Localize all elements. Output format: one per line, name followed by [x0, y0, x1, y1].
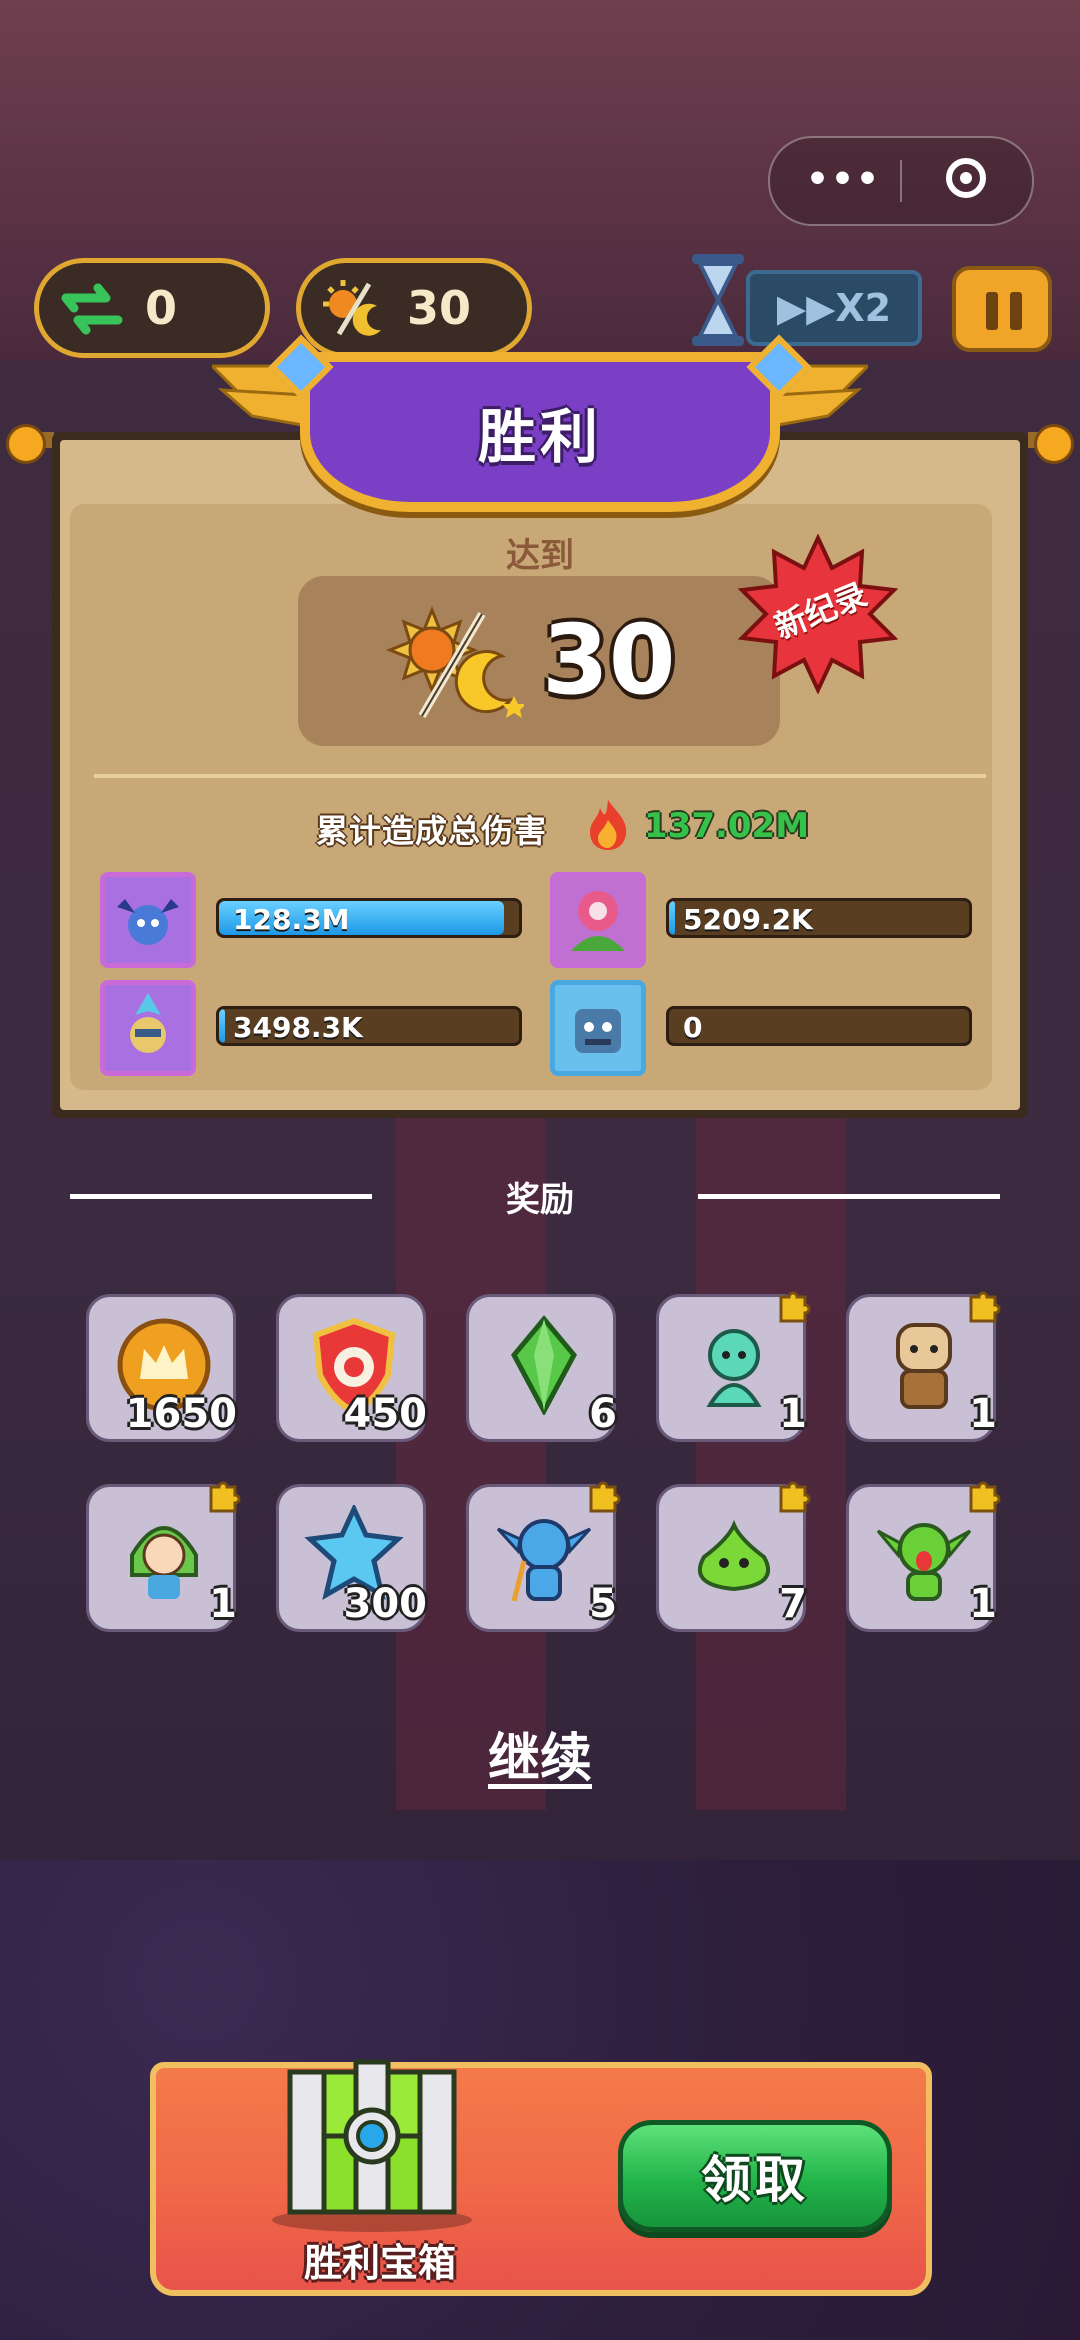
total-damage-value: 137.02M — [644, 806, 810, 846]
golem-hero-piece-icon — [874, 1315, 974, 1415]
stone-golem-hero-icon — [550, 980, 646, 1076]
round-value: 30 — [542, 604, 676, 716]
round-result-box — [298, 576, 780, 746]
hero-damage-bar: 3498.3K — [216, 1006, 522, 1046]
reward-item[interactable]: 1 — [86, 1481, 241, 1632]
reward-count: 1650 — [125, 1391, 237, 1437]
reward-count: 7 — [779, 1581, 807, 1627]
reward-count: 1 — [209, 1581, 237, 1627]
victory-title: 胜利 — [477, 403, 602, 471]
panel-knob-left — [6, 424, 46, 464]
puzzle-piece-icon — [773, 1287, 813, 1327]
swap-arrows-icon — [57, 273, 127, 343]
round-counter: 30 — [296, 258, 532, 358]
reward-item[interactable]: 1 — [656, 1291, 811, 1442]
total-damage-label: 累计造成总伤害 — [316, 812, 548, 850]
fire-icon — [590, 800, 627, 850]
elf-girl-hero-piece-icon — [114, 1505, 214, 1605]
hero-damage-value: 5209.2K — [683, 903, 813, 936]
hero-damage-fill — [219, 1009, 225, 1043]
puzzle-piece-icon — [773, 1477, 813, 1517]
slime-hero-piece-icon — [684, 1505, 784, 1605]
reward-item[interactable]: 300 — [276, 1484, 428, 1632]
hero-damage-value: 0 — [683, 1011, 703, 1044]
miniprogram-capsule: ••• — [768, 136, 1034, 226]
green-goblin-hero-piece-icon — [874, 1505, 974, 1605]
reward-count: 6 — [589, 1391, 617, 1437]
more-menu-icon[interactable]: ••• — [806, 160, 881, 200]
reward-count: 1 — [779, 1391, 807, 1437]
speed-label: X2 — [835, 286, 892, 330]
panel-knob-right — [1034, 424, 1074, 464]
ice-knight-hero-icon — [100, 980, 196, 1076]
continue-button[interactable]: 继续 — [440, 1716, 640, 1791]
reward-count: 5 — [589, 1581, 617, 1627]
reward-item[interactable]: 1650 — [86, 1294, 237, 1442]
hero-damage-value: 3498.3K — [233, 1011, 363, 1044]
swap-count: 0 — [145, 281, 178, 335]
swap-counter: 0 — [34, 258, 270, 358]
panel-divider — [94, 774, 986, 778]
capsule-divider — [900, 160, 902, 202]
reward-count: 1 — [969, 1391, 997, 1437]
rewards-divider-right — [698, 1194, 1000, 1199]
puzzle-piece-icon — [963, 1477, 1003, 1517]
fast-forward-icon: ▶▶ — [776, 286, 836, 330]
hero-damage-bar: 0 — [666, 1006, 972, 1046]
reward-count: 300 — [343, 1581, 428, 1627]
reward-item[interactable]: 1 — [846, 1291, 1001, 1442]
pause-button[interactable] — [952, 266, 1052, 352]
mermaid-hero-piece-icon — [684, 1315, 784, 1415]
speed-toggle-button[interactable]: ▶▶ X2 — [746, 270, 922, 346]
reward-item[interactable]: 5 — [466, 1481, 621, 1632]
close-miniprogram-icon[interactable] — [946, 158, 986, 198]
reward-item[interactable]: 7 — [656, 1481, 811, 1632]
reward-count: 1 — [969, 1581, 997, 1627]
goblin-hero-piece-icon — [494, 1505, 594, 1605]
reward-count: 450 — [343, 1391, 428, 1437]
hero-damage-fill — [669, 901, 675, 935]
puzzle-piece-icon — [203, 1477, 243, 1517]
victory-chest-label: 胜利宝箱 — [303, 2241, 456, 2285]
round-count: 30 — [407, 281, 472, 335]
puzzle-piece-icon — [583, 1477, 623, 1517]
day-night-icon — [385, 605, 524, 719]
reward-item[interactable]: 6 — [466, 1294, 617, 1442]
hero-damage-value: 128.3M — [233, 903, 350, 936]
hero-damage-bar: 128.3M — [216, 898, 522, 938]
claim-button[interactable]: 领取 — [618, 2120, 892, 2232]
puzzle-piece-icon — [963, 1287, 1003, 1327]
hourglass-icon — [692, 254, 744, 346]
reward-item[interactable]: 450 — [276, 1294, 428, 1442]
reward-item[interactable]: 1 — [846, 1481, 1001, 1632]
reach-label: 达到 — [506, 536, 574, 576]
flower-hero-icon — [550, 872, 646, 968]
green-crystal-icon — [494, 1315, 594, 1417]
demon-hero-icon — [100, 872, 196, 968]
hero-damage-bar: 5209.2K — [666, 898, 972, 938]
victory-chest-icon — [272, 2059, 472, 2232]
day-night-icon — [319, 273, 389, 343]
